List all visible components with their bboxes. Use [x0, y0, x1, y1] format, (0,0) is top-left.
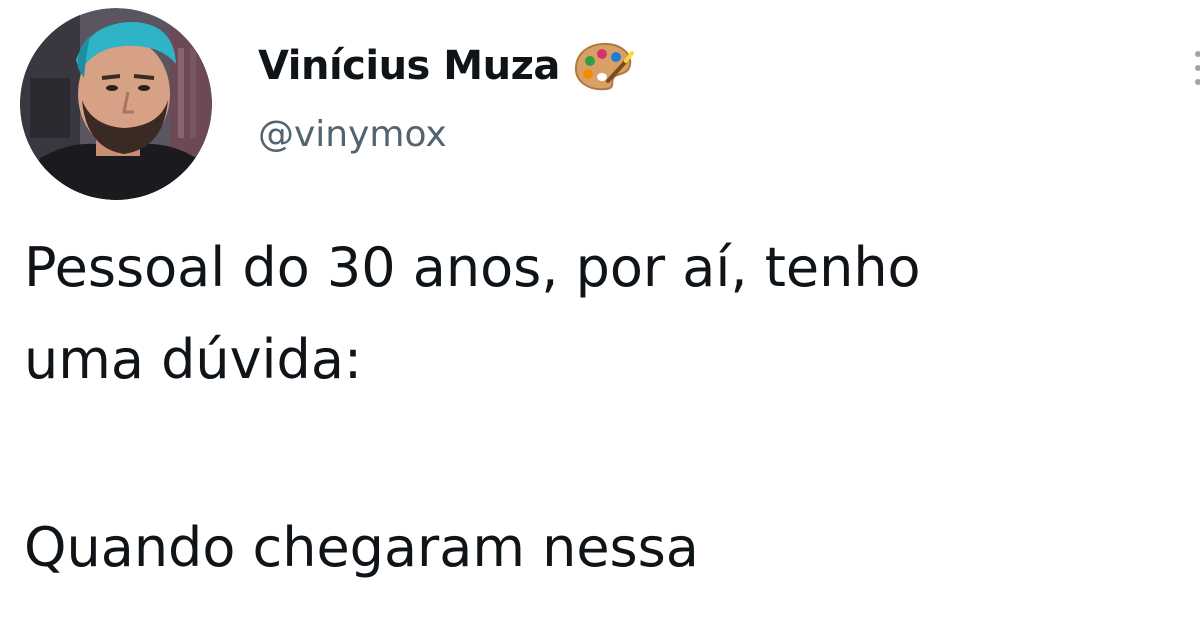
author-name-link[interactable]: Vinícius Muza: [258, 38, 634, 94]
tweet-text-line: Pessoal do 30 anos, por aí, tenho: [24, 236, 921, 299]
handle[interactable]: @vinymox: [258, 114, 634, 155]
user-block: Vinícius Muza @vinymox: [258, 38, 634, 155]
tweet-text-line: uma dúvida:: [24, 328, 363, 391]
artist-palette-icon: [572, 41, 634, 91]
tweet-card: Vinícius Muza @vinymox Pessoal do 30 ano…: [0, 0, 1200, 630]
avatar[interactable]: [20, 8, 212, 200]
more-options-icon[interactable]: [1190, 46, 1200, 90]
tweet-text-line: Quando chegaram nessa: [24, 516, 699, 579]
tweet-text: Pessoal do 30 anos, por aí, tenho uma dú…: [24, 222, 1200, 594]
avatar-photo: [20, 8, 212, 200]
display-name: Vinícius Muza: [258, 43, 560, 89]
